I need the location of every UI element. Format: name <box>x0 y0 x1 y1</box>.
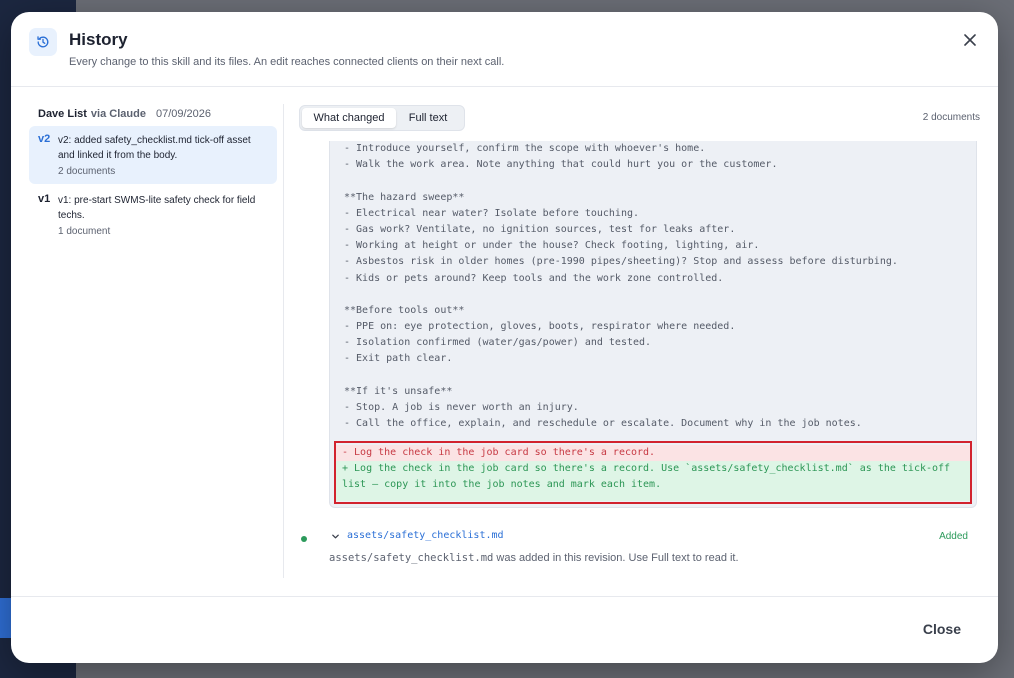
diff-context-line: - Call the office, explain, and reschedu… <box>344 418 862 430</box>
diff-context-line <box>330 173 976 189</box>
revision-doc-count: 2 documents <box>58 166 116 177</box>
revision-item-v1[interactable]: v1 v1: pre-start SWMS-lite safety check … <box>29 186 277 244</box>
revision-item-v2[interactable]: v2 v2: added safety_checklist.md tick-of… <box>29 126 277 184</box>
chevron-down-icon[interactable] <box>329 530 341 542</box>
diff-removed-line: - Log the check in the job card so there… <box>342 447 656 458</box>
revision-description: v1: pre-start SWMS-lite safety check for… <box>58 195 256 221</box>
revision-list: Dave List via Claude 07/09/2026 v2 v2: a… <box>29 104 277 244</box>
tab-full-text[interactable]: Full text <box>396 108 460 128</box>
file-status-badge: Added <box>939 531 968 542</box>
diff-context-line: - Introduce yourself, confirm the scope … <box>344 143 706 154</box>
diff-context-line: - Asbestos risk in older homes (pre-1990… <box>344 256 898 268</box>
revision-date: 07/09/2026 <box>155 108 212 120</box>
diff-context-line: - Isolation confirmed (water/gas/power) … <box>344 337 652 349</box>
diff-context-line: - PPE on: eye protection, gloves, boots,… <box>344 321 736 333</box>
file-note-path: assets/safety_checklist.md <box>329 552 494 564</box>
diff-added-line: + Log the check in the job card so there… <box>342 463 951 491</box>
modal-title: History <box>69 30 128 49</box>
revision-version: v1 <box>38 193 51 205</box>
diff-context-line: **If it's unsafe** <box>344 385 453 397</box>
revision-description: v2: added safety_checklist.md tick-off a… <box>58 135 251 161</box>
close-button[interactable]: Close <box>923 621 961 637</box>
panel-divider <box>283 104 284 578</box>
file-path-link[interactable]: assets/safety_checklist.md <box>347 530 504 541</box>
close-icon[interactable] <box>960 30 980 50</box>
revision-doc-count: 1 document <box>58 226 111 237</box>
diff-context-line <box>330 368 976 384</box>
modal-footer: Close <box>11 596 998 663</box>
history-icon <box>29 28 57 56</box>
history-modal: History Every change to this skill and i… <box>11 12 998 663</box>
diff-view[interactable]: - Introduce yourself, confirm the scope … <box>329 141 977 508</box>
author-name: Dave List <box>38 108 87 120</box>
diff-context-line: - Stop. A job is never worth an injury. <box>344 402 579 413</box>
diff-context-line: - Kids or pets around? Keep tools and th… <box>344 272 724 284</box>
file-note: assets/safety_checklist.md was added in … <box>329 552 739 564</box>
diff-context: - Introduce yourself, confirm the scope … <box>330 141 976 432</box>
diff-context-line: **Before tools out** <box>344 304 465 316</box>
view-toggle: What changed Full text <box>299 105 465 131</box>
diff-context-line: - Electrical near water? Isolate before … <box>344 207 640 219</box>
timeline-dot <box>301 536 307 542</box>
file-note-text: was added in this revision. Use Full tex… <box>493 552 739 564</box>
revision-version: v2 <box>38 133 51 145</box>
diff-context-line <box>330 287 976 303</box>
diff-context-line: - Gas work? Ventilate, no ignition sourc… <box>344 223 736 235</box>
diff-context-line: - Working at height or under the house? … <box>344 240 760 252</box>
revision-author-line: Dave List via Claude 07/09/2026 <box>29 104 277 124</box>
modal-header: History Every change to this skill and i… <box>11 12 998 87</box>
document-count: 2 documents <box>922 112 980 123</box>
modal-subtitle: Every change to this skill and its files… <box>69 56 505 68</box>
background-right-panel <box>998 30 1014 630</box>
diff-context-line: - Walk the work area. Note anything that… <box>344 159 778 171</box>
diff-context-line: - Exit path clear. <box>344 353 453 365</box>
author-via: via Claude <box>90 108 146 120</box>
diff-context-line: **The hazard sweep** <box>344 191 465 203</box>
diff-change-highlight: - Log the check in the job card so there… <box>334 441 972 504</box>
tab-what-changed[interactable]: What changed <box>302 108 396 128</box>
